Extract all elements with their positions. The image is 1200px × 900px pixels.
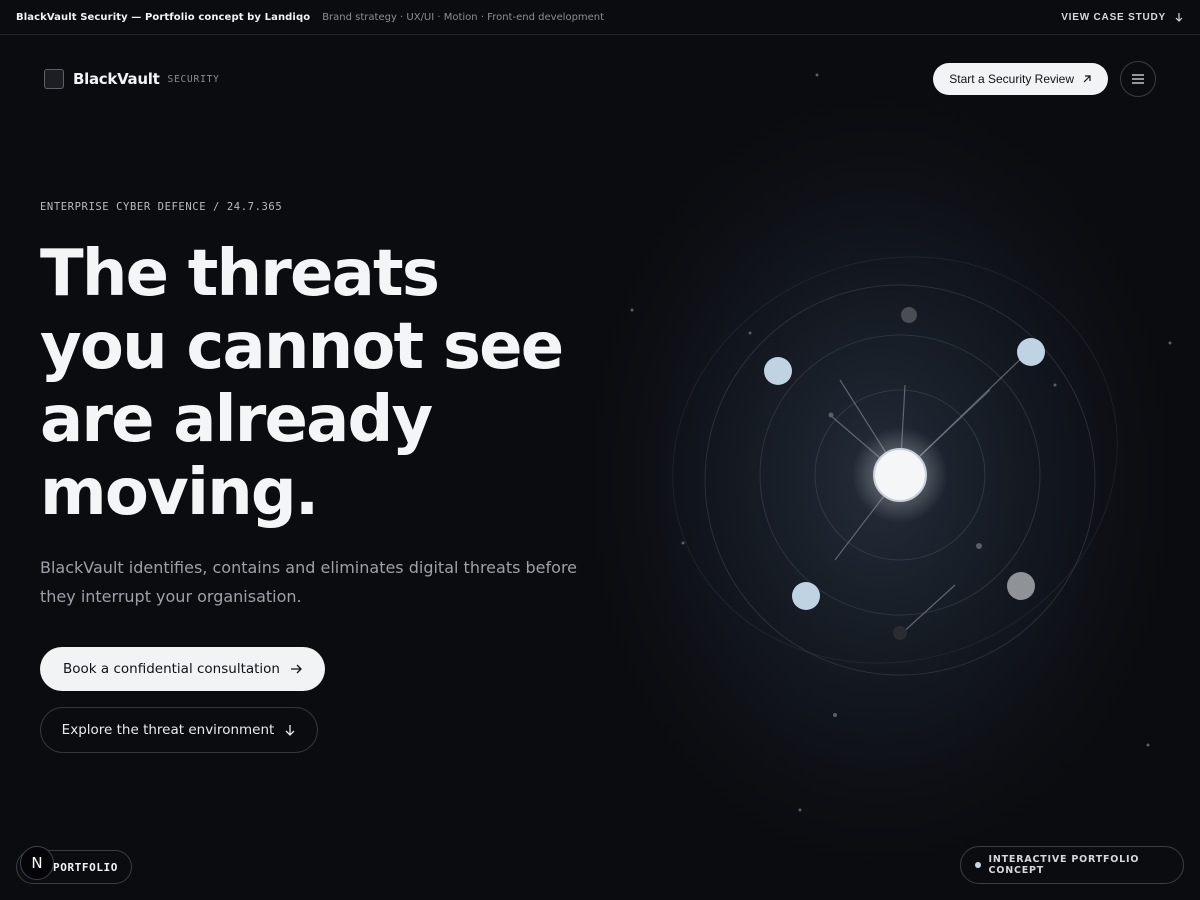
portfolio-label: PORTFOLIO <box>53 860 119 874</box>
status-dot-icon <box>975 862 981 868</box>
headline-line: The threats <box>40 237 440 311</box>
explore-threat-environment-button[interactable]: Explore the threat environment <box>40 707 318 753</box>
particle <box>798 808 802 812</box>
particle <box>1146 743 1150 747</box>
headline-line: are already <box>40 383 433 457</box>
portfolio-chip[interactable]: N PORTFOLIO <box>16 846 132 884</box>
menu-button[interactable] <box>1120 61 1156 97</box>
particle <box>681 541 685 545</box>
particle <box>1168 341 1172 345</box>
topbar-subtitle: Brand strategy · UX/UI · Motion · Front-… <box>322 11 605 23</box>
core-node <box>873 448 927 502</box>
brand-tag: SECURITY <box>167 73 220 85</box>
book-consultation-label: Book a confidential consultation <box>63 661 280 677</box>
threat-node <box>1017 338 1045 366</box>
particle <box>1053 383 1057 387</box>
hero-headline: The threats you cannot see are already m… <box>40 238 600 530</box>
threat-node-dim <box>901 307 917 323</box>
threat-orbit-visual <box>560 60 1200 900</box>
topbar-title: BlackVault Security — Portfolio concept … <box>16 11 311 23</box>
start-security-review-button[interactable]: Start a Security Review <box>933 63 1108 95</box>
arrow-right-icon <box>291 664 302 674</box>
start-security-review-label: Start a Security Review <box>949 72 1074 86</box>
arrow-up-right-icon <box>1083 75 1091 83</box>
explore-threat-environment-label: Explore the threat environment <box>61 722 275 738</box>
threat-node <box>792 582 820 610</box>
view-case-study-link[interactable]: VIEW CASE STUDY <box>1061 12 1184 23</box>
hamburger-menu-icon <box>1132 74 1144 84</box>
particle <box>630 308 634 312</box>
arrow-down-icon <box>285 725 295 736</box>
brand-name[interactable]: BlackVault <box>73 70 160 88</box>
threat-node-dim <box>893 626 907 640</box>
hero-lede: BlackVault identifies, contains and elim… <box>40 558 578 606</box>
top-bar: BlackVault Security — Portfolio concept … <box>0 0 1200 35</box>
headline-line: moving. <box>40 456 319 530</box>
main-nav: BlackVault SECURITY Start a Security Rev… <box>44 61 1156 97</box>
headline-line: you cannot see <box>40 310 564 384</box>
logo-mark[interactable] <box>44 69 64 89</box>
interactive-concept-chip[interactable]: INTERACTIVE PORTFOLIO CONCEPT <box>960 846 1184 884</box>
particle <box>748 331 752 335</box>
hero-eyebrow: ENTERPRISE CYBER DEFENCE / 24.7.365 <box>40 201 283 213</box>
view-case-study-label: VIEW CASE STUDY <box>1061 11 1166 23</box>
n-badge-icon[interactable]: N <box>20 846 54 880</box>
concept-label: INTERACTIVE PORTFOLIO CONCEPT <box>988 854 1140 876</box>
threat-node <box>764 357 792 385</box>
particle <box>833 713 837 717</box>
arrow-down-icon <box>1175 13 1183 22</box>
threat-node-muted <box>1007 572 1035 600</box>
particle <box>976 543 982 549</box>
book-consultation-button[interactable]: Book a confidential consultation <box>40 647 325 691</box>
particle <box>828 412 834 418</box>
